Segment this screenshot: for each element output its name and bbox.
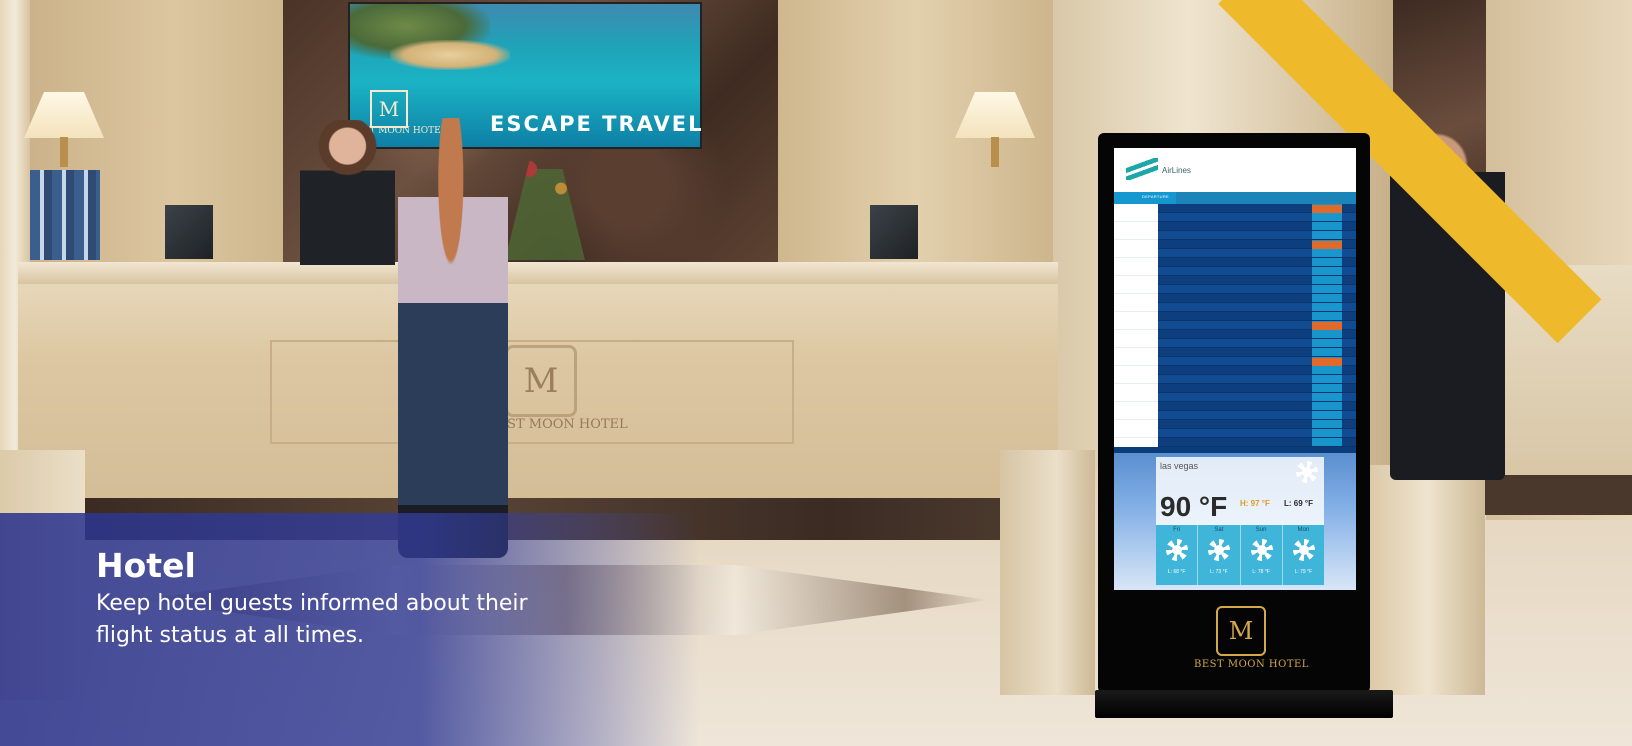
kiosk-screen: AirLines DEPARTURE las vegas 90 °F H: 97… xyxy=(1114,148,1356,590)
desk-monitor-left xyxy=(165,205,213,259)
forecast-low: L: 78 °F xyxy=(1252,569,1270,575)
artwork-hotel-emblem: M xyxy=(370,90,408,128)
forecast-day: Mon L: 79 °F xyxy=(1283,525,1324,585)
forecast-day: Sat L: 73 °F xyxy=(1198,525,1241,585)
weather-city: las vegas xyxy=(1160,461,1199,471)
kiosk-base xyxy=(1095,690,1393,718)
airlines-label: AirLines xyxy=(1162,166,1191,175)
forecast-low: L: 79 °F xyxy=(1294,569,1313,575)
receptionist xyxy=(300,120,395,265)
artwork-beach xyxy=(390,40,510,70)
kiosk-hotel-emblem: M xyxy=(1216,606,1266,656)
forecast-low: L: 73 °F xyxy=(1210,569,1228,575)
status-delayed-marker xyxy=(1312,205,1342,213)
weather-forecast: Fri L: 68 °F Sat L: 73 °F Sun L: 78 °F M… xyxy=(1156,525,1324,585)
forecast-day: Sun L: 78 °F xyxy=(1241,525,1283,585)
airline-logo-column xyxy=(1114,204,1158,447)
weather-high: H: 97 °F xyxy=(1240,499,1270,508)
kiosk-left-pedestal xyxy=(1000,450,1095,695)
status-delayed-marker xyxy=(1312,322,1342,330)
reception-desk-top xyxy=(18,262,1058,284)
desk-hotel-brand: BEST MOON HOTEL xyxy=(488,417,628,432)
forecast-day-name: Sat xyxy=(1214,527,1224,533)
left-lamp-stem xyxy=(60,137,68,167)
hotel-lobby-scene: M BEST MOON HOTEL ESCAPE TRAVEL M BEST M… xyxy=(0,0,1632,746)
sun-icon xyxy=(1292,539,1315,561)
weather-low: L: 69 °F xyxy=(1284,499,1313,508)
desk-monitor-right xyxy=(870,205,918,259)
forecast-day-name: Mon xyxy=(1297,527,1310,533)
kiosk-hotel-brand: BEST MOON HOTEL xyxy=(1194,659,1309,670)
departure-tab-label: DEPARTURE xyxy=(1142,194,1170,199)
sun-icon xyxy=(1208,539,1231,561)
artwork-title: ESCAPE TRAVEL xyxy=(490,112,704,136)
status-delayed-marker xyxy=(1312,358,1342,366)
status-delayed-marker xyxy=(1312,241,1342,249)
kiosk-right-pedestal xyxy=(1370,465,1485,695)
sun-icon xyxy=(1296,461,1318,483)
forecast-day-name: Sun xyxy=(1255,527,1267,533)
weather-temperature: 90 °F xyxy=(1160,491,1228,522)
right-desk-base xyxy=(1470,475,1632,515)
airlines-logo-icon xyxy=(1126,158,1158,180)
caption-body: Keep hotel guests informed about their f… xyxy=(96,591,528,648)
caption-title: Hotel xyxy=(96,546,196,585)
brochure-rack xyxy=(30,170,100,260)
forecast-day-name: Fri xyxy=(1173,527,1181,533)
right-lamp-stem xyxy=(991,137,999,167)
forecast-day: Fri L: 68 °F xyxy=(1156,525,1199,585)
sun-icon xyxy=(1250,539,1273,561)
guest-at-desk xyxy=(398,118,508,558)
forecast-low: L: 68 °F xyxy=(1167,569,1186,575)
desk-hotel-emblem: M xyxy=(505,345,577,417)
weather-panel: las vegas 90 °F H: 97 °F L: 69 °F Fri L:… xyxy=(1114,453,1356,590)
sun-icon xyxy=(1166,539,1188,561)
